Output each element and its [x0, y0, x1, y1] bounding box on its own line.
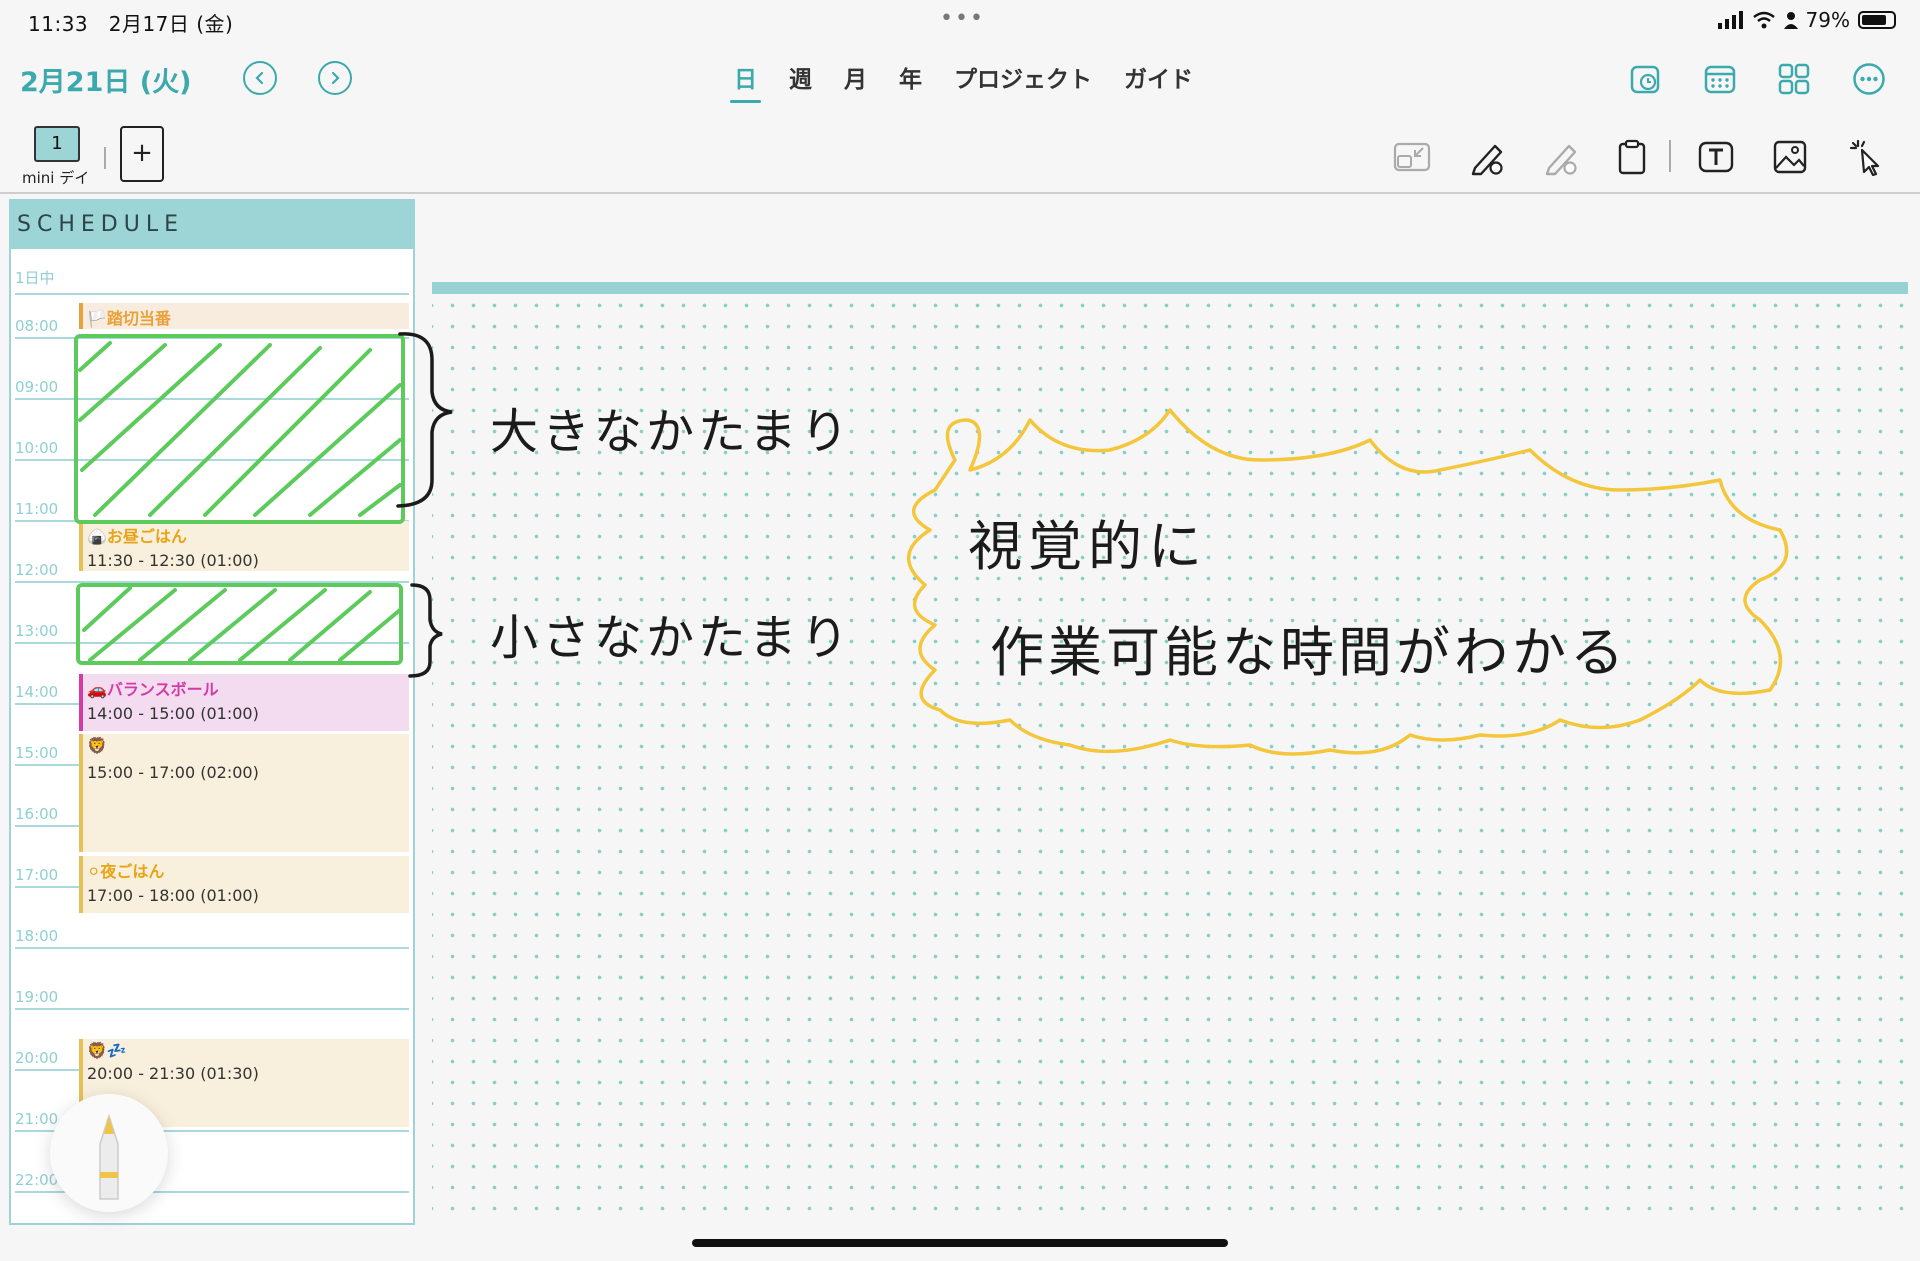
speech-bubble	[906, 408, 1789, 756]
small-block-label: 小さなかたまり	[490, 610, 853, 666]
large-block-hatch	[74, 334, 405, 524]
handwriting-layer	[74, 332, 1789, 756]
brace-large	[396, 332, 453, 508]
pencil-icon	[99, 1113, 119, 1200]
large-block-label: 大きなかたまり	[490, 404, 853, 460]
bubble-line-1: 視覚的に	[968, 515, 1208, 578]
bubble-line-2: 作業可能な時間がわかる	[990, 621, 1628, 684]
home-indicator[interactable]	[692, 1239, 1228, 1247]
small-block-hatch	[76, 583, 403, 665]
brace-small	[408, 583, 443, 678]
pencil-button[interactable]	[50, 1094, 168, 1212]
